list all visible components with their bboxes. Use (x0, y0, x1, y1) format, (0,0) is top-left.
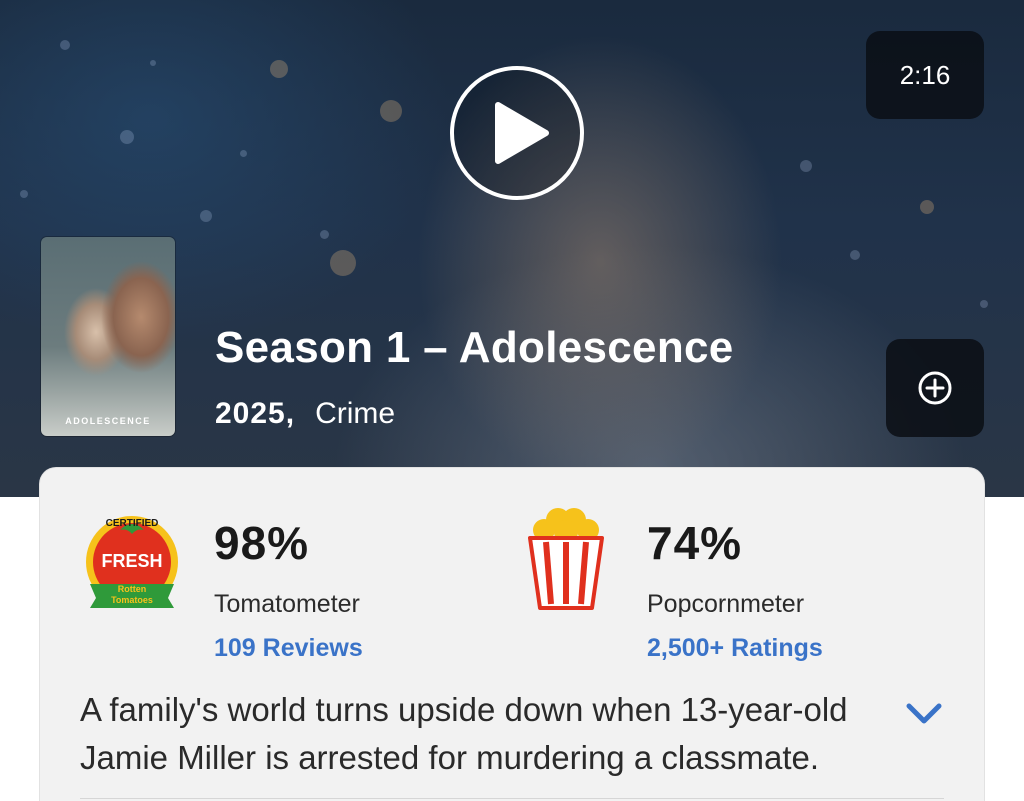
poster-title: ADOLESCENCE (65, 416, 151, 426)
expand-synopsis-button[interactable] (902, 696, 946, 732)
svg-text:FRESH: FRESH (101, 551, 162, 571)
popcorn-bucket-icon (528, 508, 604, 610)
hero-video-backdrop[interactable]: 2:16 ADOLESCENCE Season 1 – Adolescence … (0, 0, 1024, 497)
bokeh-dot (240, 150, 247, 157)
bokeh-dot (380, 100, 402, 122)
bokeh-dot (200, 210, 212, 222)
bokeh-dot (120, 130, 134, 144)
bokeh-dot (330, 250, 356, 276)
popcornmeter-ratings-link[interactable]: 2,500+ Ratings (647, 634, 823, 663)
bokeh-dot (980, 300, 988, 308)
svg-text:Rotten: Rotten (118, 584, 147, 594)
bokeh-dot (60, 40, 70, 50)
show-title: Season 1 – Adolescence (215, 323, 734, 372)
page: 2:16 ADOLESCENCE Season 1 – Adolescence … (0, 0, 1024, 801)
card-divider (80, 798, 944, 799)
popcornmeter-score: 74% (647, 517, 743, 569)
add-to-watchlist-button[interactable] (886, 339, 984, 437)
bokeh-dot (150, 60, 156, 66)
bokeh-dot (850, 250, 860, 260)
certified-fresh-icon: CERTIFIED FRESH Rotten Tomatoes (86, 516, 178, 608)
bokeh-dot (800, 160, 812, 172)
bokeh-dot (270, 60, 288, 78)
svg-text:CERTIFIED: CERTIFIED (106, 518, 159, 529)
tomatometer-score: 98% (214, 517, 310, 569)
play-icon (495, 102, 549, 164)
plus-circle-icon (918, 371, 952, 405)
show-meta: 2025, Crime (215, 397, 395, 431)
score-card: CERTIFIED FRESH Rotten Tomatoes 98% Toma… (40, 468, 984, 801)
release-year: 2025, (215, 397, 296, 430)
bokeh-dot (320, 230, 329, 239)
bokeh-dot (920, 200, 934, 214)
video-duration-badge: 2:16 (866, 31, 984, 119)
bokeh-dot (20, 190, 28, 198)
play-button[interactable] (450, 66, 584, 200)
show-poster[interactable]: ADOLESCENCE (41, 237, 175, 436)
popcornmeter-label: Popcornmeter (647, 590, 805, 618)
tomatometer-label: Tomatometer (214, 590, 360, 618)
tomatometer-reviews-link[interactable]: 109 Reviews (214, 634, 363, 663)
svg-text:Tomatoes: Tomatoes (111, 595, 153, 605)
genre: Crime (315, 397, 396, 430)
chevron-down-icon (906, 703, 942, 724)
synopsis: A family's world turns upside down when … (80, 691, 848, 776)
